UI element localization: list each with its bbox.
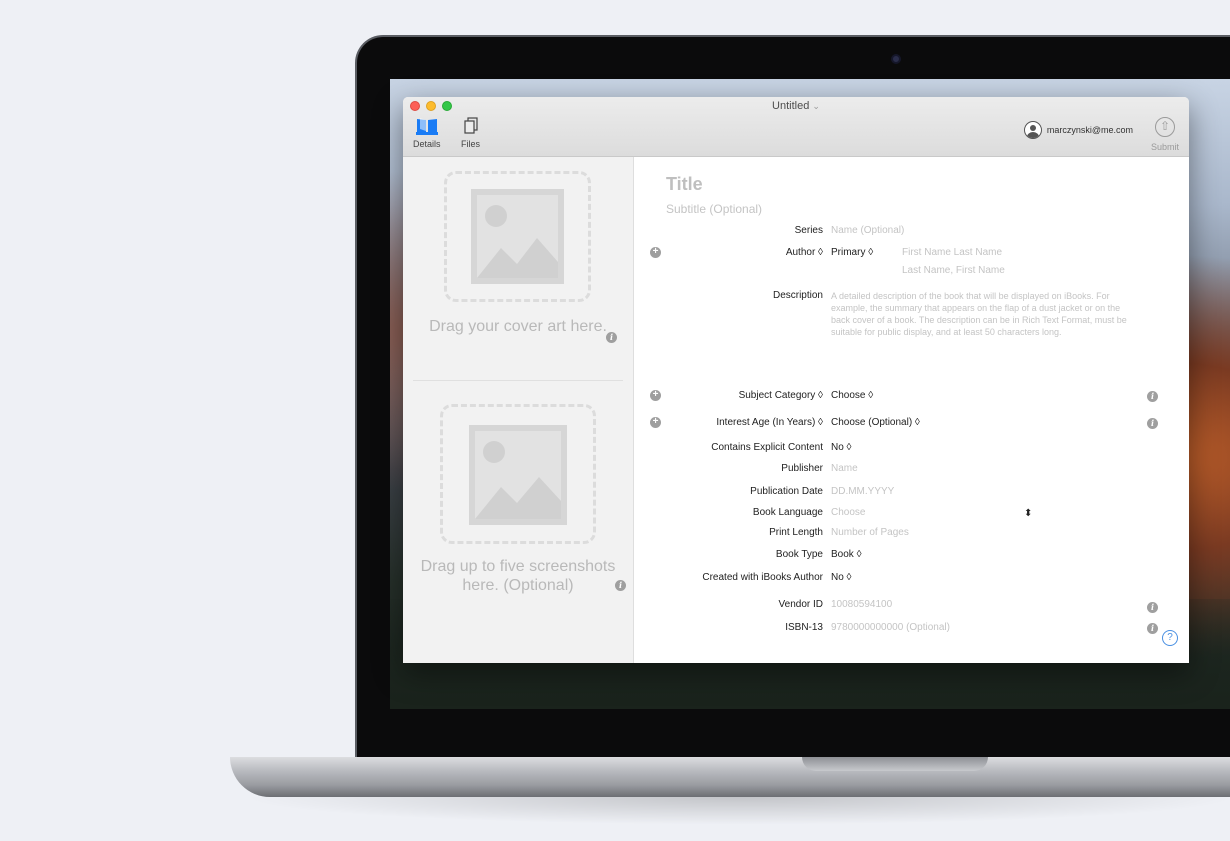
vendor-id-info-icon[interactable]: i [1147,602,1158,613]
cover-art-hint: Drag your cover art here. [429,318,607,335]
screenshots-hint: Drag up to five screenshots here. (Optio… [420,558,616,594]
chevron-down-icon: ⌄ [812,101,820,111]
user-avatar-icon [1023,121,1042,139]
title-field[interactable]: Title [666,174,703,195]
book-type-label: Book Type [775,549,823,560]
author-type-select[interactable]: Author ◊ [786,247,823,258]
files-tab[interactable]: Files [461,117,480,149]
series-label: Series [794,225,823,236]
submit-button[interactable]: ⇧ Submit [1151,117,1179,152]
description-label: Description [772,290,823,301]
updown-icon[interactable]: ⬍ [1024,508,1032,519]
ibooks-author-select[interactable]: No ◊ [831,572,852,583]
book-icon [415,118,438,135]
files-label: Files [461,139,481,149]
explicit-label: Contains Explicit Content [711,442,823,453]
add-author-icon[interactable]: + [650,247,661,258]
add-interest-age-icon[interactable]: + [650,417,661,428]
print-length-label: Print Length [769,527,823,538]
vendor-id-input[interactable]: 10080594100 [831,599,892,610]
ibooks-author-label: Created with iBooks Author [702,572,823,583]
interest-age-info-icon[interactable]: i [1147,418,1158,429]
details-form: Title Subtitle (Optional) Series Name (O… [634,157,1189,663]
explicit-select[interactable]: No ◊ [831,442,852,453]
explicit-row: Contains Explicit Content No ◊ [634,442,1189,458]
files-icon [463,117,478,134]
interest-age-row: + Interest Age (In Years) ◊ Choose (Opti… [634,417,1189,433]
publication-date-input[interactable]: DD.MM.YYYY [831,486,894,497]
laptop-notch [802,757,988,771]
book-language-label: Book Language [752,507,823,518]
laptop-shadow [240,797,1230,825]
details-label: Details [413,139,441,149]
divider [413,380,623,381]
book-language-select[interactable]: Choose [831,507,865,518]
isbn-input[interactable]: 9780000000000 (Optional) [831,622,950,633]
cover-info-icon[interactable]: i [606,332,617,343]
publication-date-label: Publication Date [750,486,823,497]
laptop-base [230,757,1230,797]
account-menu[interactable]: marczynski@me.com [1023,121,1133,139]
window-title-text: Untitled [772,100,810,112]
title-bar: Untitled ⌄ Details Files marczynski@me.c… [403,97,1189,157]
image-placeholder-icon [471,189,564,284]
vendor-id-label: Vendor ID [778,599,823,610]
interest-age-label[interactable]: Interest Age (In Years) ◊ [716,417,823,428]
subject-category-row: + Subject Category ◊ Choose ◊ i [634,390,1189,406]
vendor-id-row: Vendor ID 10080594100 i [634,599,1189,615]
publisher-label: Publisher [781,463,823,474]
subject-category-label[interactable]: Subject Category ◊ [739,390,823,401]
screenshots-info-icon[interactable]: i [615,580,626,591]
print-length-input[interactable]: Number of Pages [831,527,909,538]
media-panel: Drag your cover art here. i Drag up to f… [403,157,634,663]
isbn-label: ISBN-13 [785,622,823,633]
book-type-select[interactable]: Book ◊ [831,549,862,560]
subject-info-icon[interactable]: i [1147,391,1158,402]
image-placeholder-icon [469,425,567,525]
help-icon[interactable]: ? [1162,630,1178,646]
subject-category-select[interactable]: Choose ◊ [831,390,873,401]
author-row: + Author ◊ Primary ◊ First Name Last Nam… [634,247,1189,263]
publisher-input[interactable]: Name [831,463,858,474]
isbn-info-icon[interactable]: i [1147,623,1158,634]
book-type-row: Book Type Book ◊ [634,549,1189,565]
description-input[interactable]: A detailed description of the book that … [831,290,1131,338]
interest-age-select[interactable]: Choose (Optional) ◊ [831,417,920,428]
window-title[interactable]: Untitled ⌄ [403,100,1189,112]
camera-icon [891,54,901,64]
author-name-input[interactable]: First Name Last Name [902,247,1002,258]
cover-art-dropzone[interactable] [444,171,591,302]
upload-arrow-icon: ⇧ [1154,117,1175,137]
subtitle-field[interactable]: Subtitle (Optional) [666,202,762,216]
book-language-row: Book Language Choose ⬍ [634,507,1189,523]
series-row: Series Name (Optional) [634,225,1189,241]
isbn-row: ISBN-13 9780000000000 (Optional) i [634,622,1189,638]
author-sort-row: Last Name, First Name [634,265,1189,281]
author-role-select[interactable]: Primary ◊ [831,247,873,258]
print-length-row: Print Length Number of Pages [634,527,1189,543]
series-input[interactable]: Name (Optional) [831,225,904,236]
add-category-icon[interactable]: + [650,390,661,401]
app-window: Untitled ⌄ Details Files marczynski@me.c… [403,97,1189,663]
publication-date-row: Publication Date DD.MM.YYYY [634,486,1189,502]
screenshots-dropzone[interactable] [440,404,596,544]
details-tab[interactable]: Details [413,117,441,149]
account-email: marczynski@me.com [1046,125,1133,135]
publisher-row: Publisher Name [634,463,1189,479]
submit-label: Submit [1150,142,1179,152]
ibooks-author-row: Created with iBooks Author No ◊ [634,572,1189,588]
author-sort-input[interactable]: Last Name, First Name [902,265,1005,276]
